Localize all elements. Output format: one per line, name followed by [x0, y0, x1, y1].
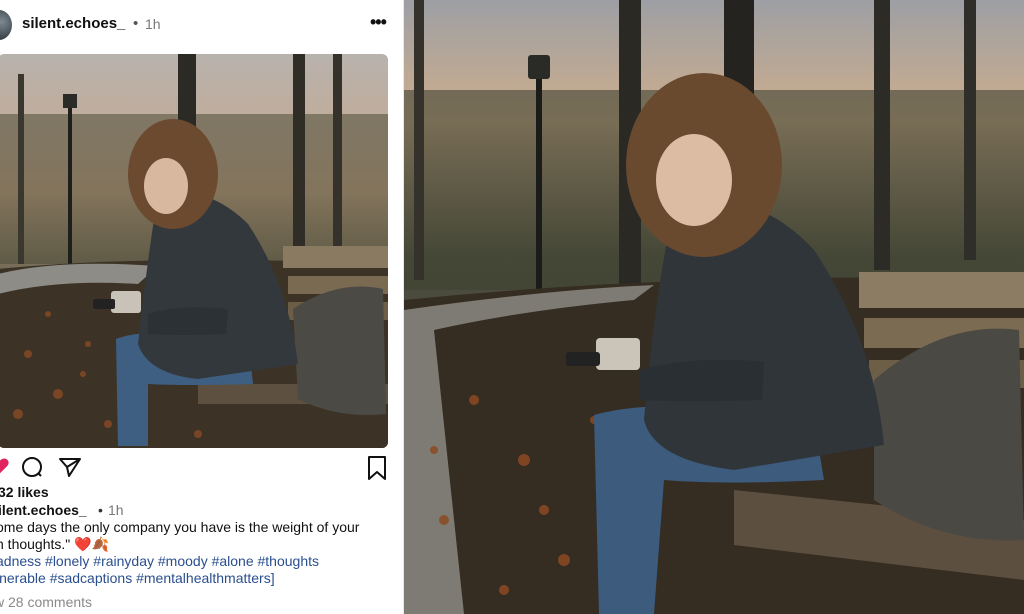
caption-text-line-1: ome days the only company you have is th… [0, 519, 360, 535]
caption-separator: • [98, 502, 103, 518]
caption-emoji: ❤️🍂 [74, 536, 110, 552]
instagram-post: silent.echoes_ • 1h ••• 32 likes ilent.e… [0, 0, 404, 614]
avatar[interactable] [0, 10, 12, 40]
post-time: 1h [145, 16, 161, 32]
bookmark-icon[interactable] [366, 455, 388, 486]
hashtags-line-2[interactable]: lnerable #sadcaptions #mentalhealthmatte… [0, 570, 275, 586]
header-separator: • [133, 15, 139, 32]
post-header: silent.echoes_ • 1h ••• [0, 0, 404, 52]
heart-icon[interactable] [0, 455, 10, 482]
share-icon[interactable] [58, 455, 82, 484]
post-actions [0, 455, 404, 485]
comment-icon[interactable] [20, 455, 44, 484]
post-photo[interactable] [0, 54, 388, 448]
view-comments-link[interactable]: w 28 comments [0, 594, 92, 610]
caption-text-line-2: n thoughts." ❤️🍂 [0, 536, 109, 553]
like-count[interactable]: 32 likes [0, 484, 49, 500]
large-photo [404, 0, 1024, 614]
hashtags-line-1[interactable]: adness #lonely #rainyday #moody #alone #… [0, 553, 319, 569]
caption-username[interactable]: ilent.echoes_ [0, 502, 87, 518]
caption-time: 1h [108, 502, 124, 518]
post-username[interactable]: silent.echoes_ [22, 15, 125, 32]
more-options-icon[interactable]: ••• [370, 12, 387, 33]
caption-text-end: n thoughts." [0, 536, 71, 552]
